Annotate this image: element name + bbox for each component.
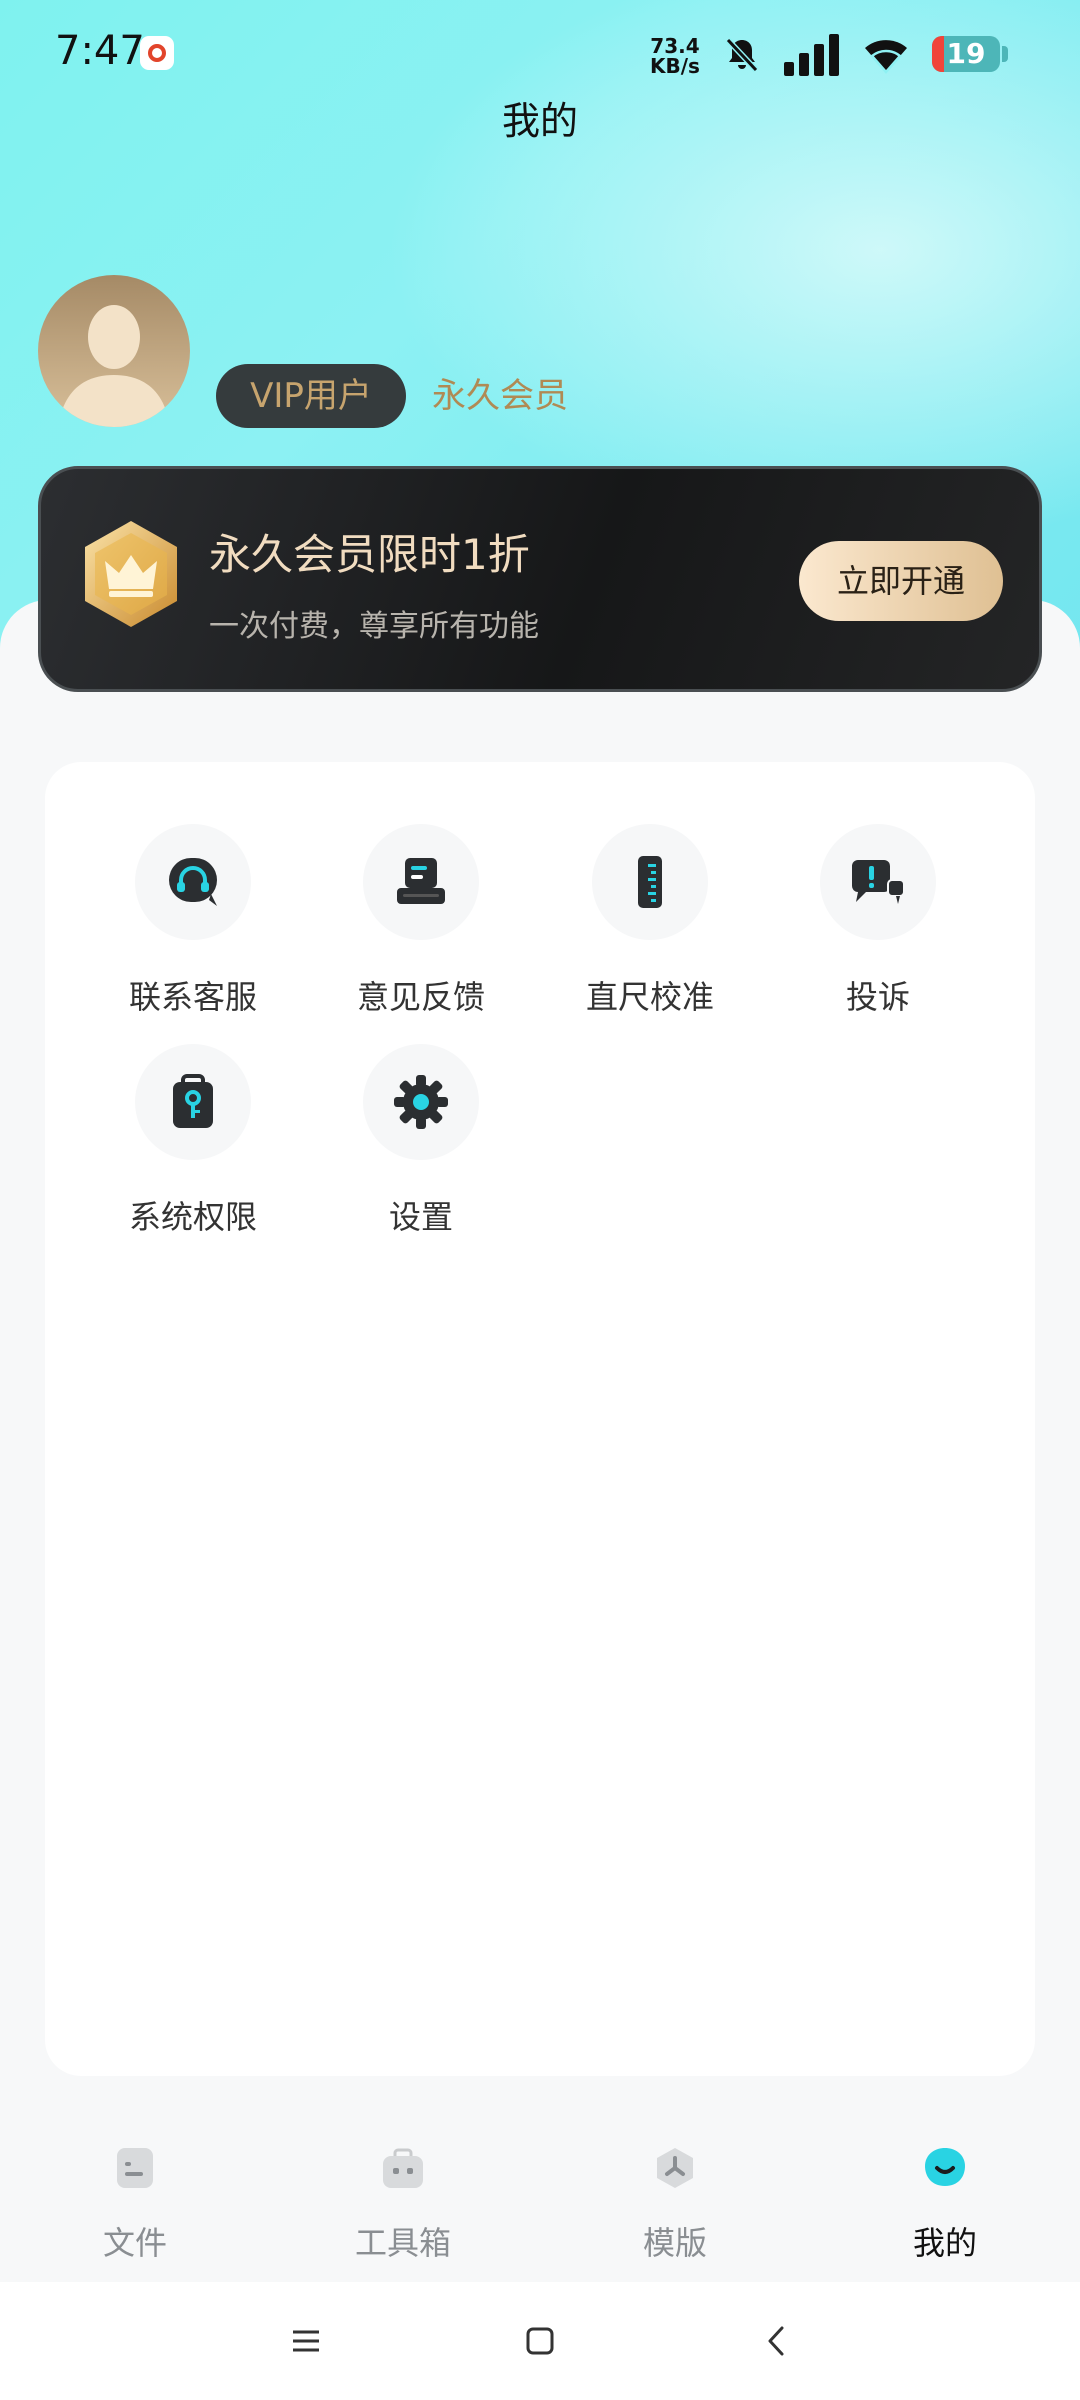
menu-icon[interactable] — [287, 2322, 325, 2360]
tab-label: 模版 — [642, 2224, 707, 2262]
avatar[interactable] — [38, 275, 190, 427]
grid-item-label: 系统权限 — [128, 1198, 257, 1236]
grid-item-feedback[interactable]: 意见反馈 — [306, 824, 536, 1024]
grid-item-system-permissions[interactable]: 系统权限 — [78, 1044, 308, 1244]
icon-background — [135, 824, 251, 940]
battery-level: 19 — [946, 37, 986, 70]
tab-mine[interactable]: 我的 — [845, 2120, 1045, 2280]
icon-background — [363, 824, 479, 940]
complaint-icon — [852, 860, 905, 904]
icon-background — [363, 1044, 479, 1160]
grid-item-ruler-calibration[interactable]: 直尺校准 — [535, 824, 765, 1024]
system-navigation-bar — [0, 2282, 1080, 2400]
network-speed: 73.4 KB/s — [650, 36, 700, 76]
grid-item-label: 联系客服 — [128, 978, 257, 1016]
app-notification-icon — [140, 36, 174, 70]
vip-promo-banner[interactable]: 永久会员限时1折 一次付费，尊享所有功能 立即开通 — [38, 466, 1042, 692]
tab-label: 文件 — [102, 2224, 167, 2262]
toolbox-icon — [383, 2148, 423, 2188]
grid-item-contact-service[interactable]: 联系客服 — [78, 824, 308, 1024]
icon-background — [592, 824, 708, 940]
signal-icon — [784, 34, 839, 76]
network-speed-value: 73.4 — [650, 34, 700, 58]
bottom-tab-bar: 文件 工具箱 模版 我的 — [0, 2120, 1080, 2280]
clock: 7:47 — [55, 28, 145, 74]
battery-tip — [1002, 46, 1008, 62]
function-grid-card: 联系客服 意见反馈 直尺校准 投诉 系统权限 设置 — [45, 762, 1035, 2076]
feedback-icon — [397, 858, 445, 904]
grid-item-complaint[interactable]: 投诉 — [763, 824, 993, 1024]
page-title: 我的 — [501, 99, 578, 143]
grid-item-label: 设置 — [388, 1198, 453, 1236]
member-status: 永久会员 — [432, 376, 568, 416]
permission-icon — [173, 1074, 213, 1128]
network-speed-unit: KB/s — [650, 54, 700, 78]
promo-subtitle: 一次付费，尊享所有功能 — [209, 609, 539, 644]
tab-files[interactable]: 文件 — [35, 2120, 235, 2280]
file-icon — [117, 2148, 153, 2188]
home-icon[interactable] — [521, 2322, 559, 2360]
icon-background — [820, 824, 936, 940]
back-icon[interactable] — [758, 2322, 796, 2360]
grid-item-label: 投诉 — [845, 978, 910, 1016]
grid-item-label: 直尺校准 — [585, 978, 714, 1016]
user-silhouette-icon — [58, 305, 170, 427]
activate-now-button[interactable]: 立即开通 — [799, 541, 1003, 621]
ruler-icon — [638, 856, 662, 908]
wifi-icon — [865, 40, 907, 74]
icon-background — [135, 1044, 251, 1160]
tab-toolbox[interactable]: 工具箱 — [303, 2120, 503, 2280]
vip-tag: VIP用户 — [216, 364, 406, 428]
tab-label: 我的 — [912, 2224, 977, 2262]
headset-icon — [169, 858, 217, 906]
promo-title: 永久会员限时1折 — [209, 530, 530, 579]
gear-icon — [394, 1075, 448, 1129]
battery-indicator: 19 — [932, 36, 1000, 72]
crown-badge-icon — [85, 521, 177, 627]
profile-icon — [925, 2148, 965, 2186]
tab-label: 工具箱 — [354, 2224, 451, 2262]
template-icon — [657, 2148, 693, 2188]
grid-item-settings[interactable]: 设置 — [306, 1044, 536, 1244]
grid-item-label: 意见反馈 — [356, 978, 485, 1016]
mute-icon — [725, 37, 759, 73]
tab-templates[interactable]: 模版 — [575, 2120, 775, 2280]
